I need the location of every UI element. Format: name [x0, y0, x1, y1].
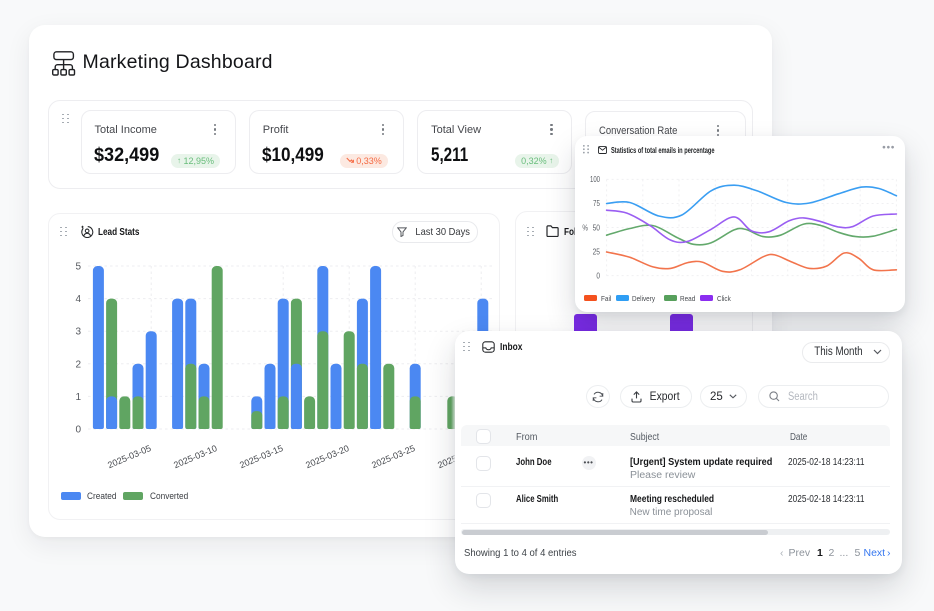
svg-text:2025-03-20: 2025-03-20: [304, 443, 350, 470]
svg-text:2025-03-15: 2025-03-15: [238, 443, 284, 470]
svg-text:5: 5: [75, 262, 81, 273]
svg-text:2025-03-25: 2025-03-25: [370, 443, 416, 470]
svg-text:100: 100: [590, 175, 600, 184]
svg-text:3: 3: [75, 327, 81, 338]
svg-text:1: 1: [75, 392, 81, 403]
svg-text:25: 25: [592, 247, 600, 256]
svg-text:0: 0: [596, 272, 600, 281]
svg-text:2025-03-10: 2025-03-10: [172, 443, 218, 470]
svg-text:50: 50: [592, 223, 600, 232]
svg-text:2025-03-05: 2025-03-05: [106, 443, 152, 470]
svg-text:75: 75: [593, 199, 600, 208]
svg-text:0: 0: [75, 425, 81, 436]
svg-text:%: %: [582, 223, 588, 232]
svg-text:4: 4: [75, 294, 81, 305]
svg-text:2: 2: [75, 359, 81, 370]
